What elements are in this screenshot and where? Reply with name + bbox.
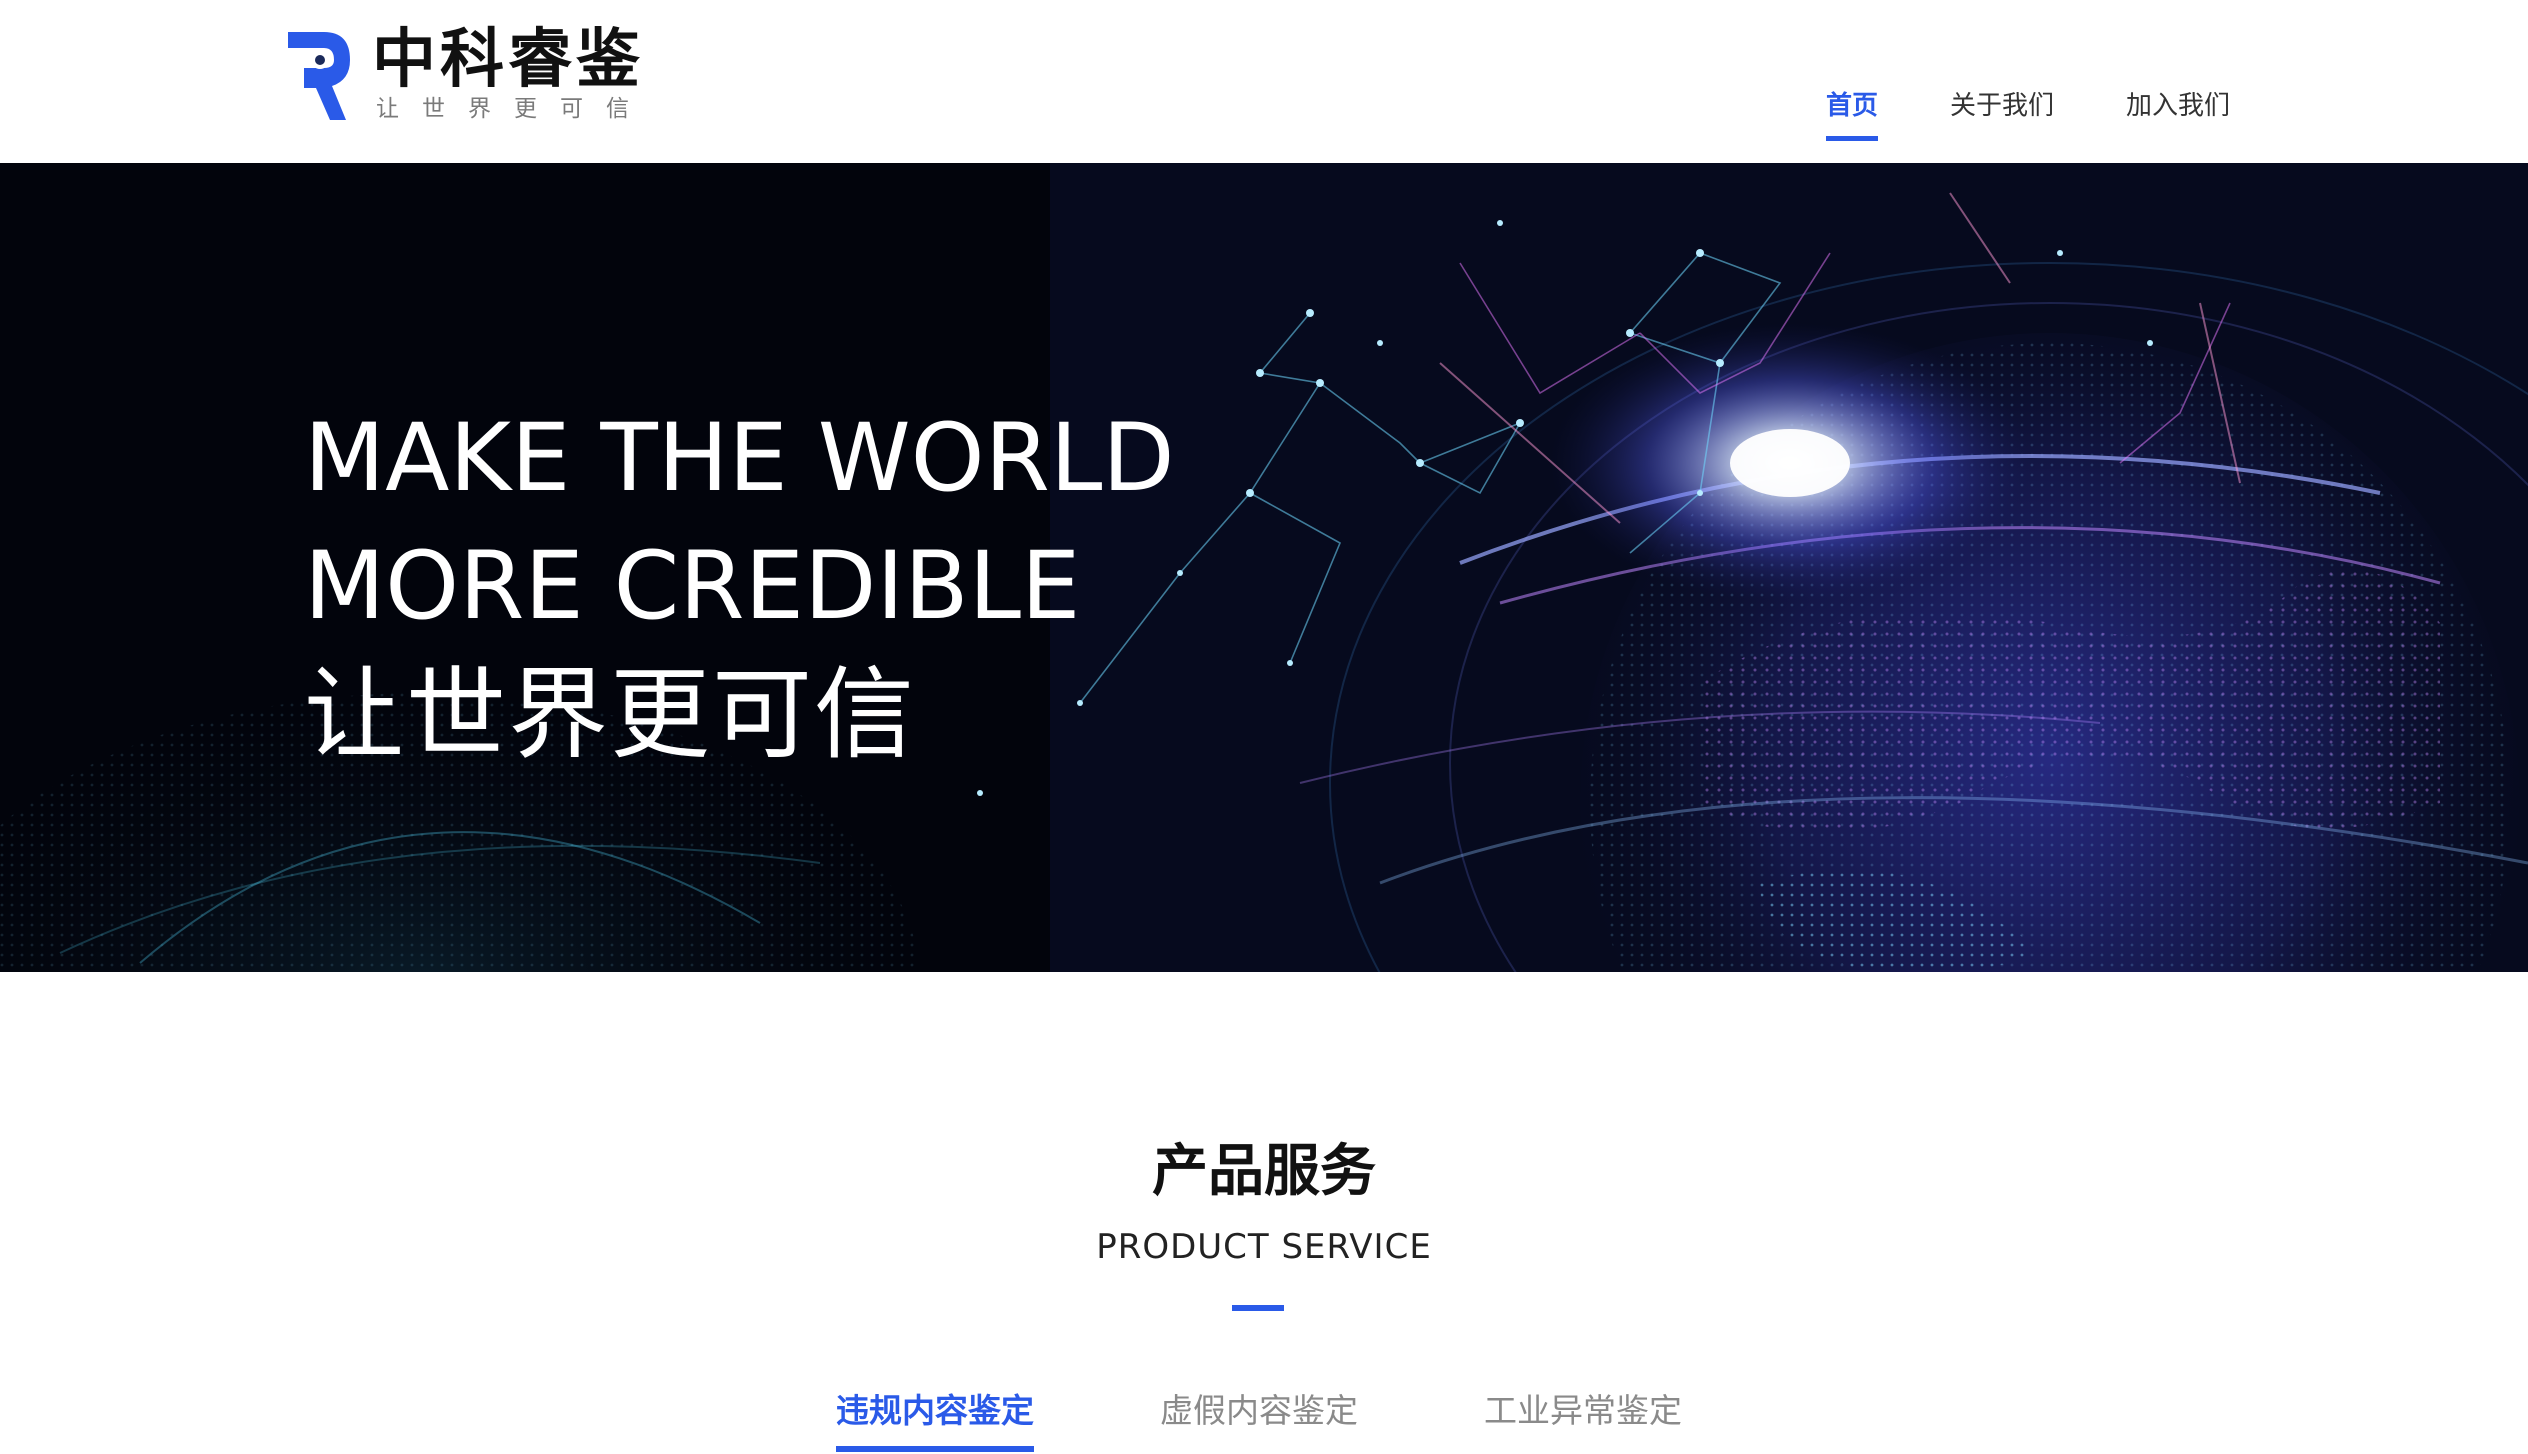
tab-fake-content[interactable]: 虚假内容鉴定: [1160, 1386, 1358, 1436]
nav-item-about[interactable]: 关于我们: [1950, 86, 2054, 126]
product-tabs: 违规内容鉴定 虚假内容鉴定 工业异常鉴定: [0, 1386, 2528, 1454]
hero-headline: MAKE THE WORLD MORE CREDIBLE 让世界更可信: [304, 395, 1175, 779]
tab-violation-content[interactable]: 违规内容鉴定: [836, 1386, 1034, 1452]
hero-line-2: MORE CREDIBLE: [304, 532, 1081, 641]
nav-item-home[interactable]: 首页: [1826, 86, 1879, 141]
section-subtitle: PRODUCT SERVICE: [1096, 1227, 1432, 1267]
nav-item-join[interactable]: 加入我们: [2126, 86, 2230, 126]
hero-line-3: 让世界更可信: [304, 656, 916, 773]
main-nav: 首页 关于我们 加入我们: [0, 86, 2528, 146]
hero-line-1: MAKE THE WORLD: [304, 404, 1175, 513]
section-title: 产品服务: [1152, 1139, 1376, 1204]
section-divider: [1232, 1305, 1284, 1311]
tab-industrial-anomaly[interactable]: 工业异常鉴定: [1484, 1386, 1682, 1436]
site-header: 中科睿鉴 让世界更可信 首页 关于我们 加入我们: [0, 0, 2528, 163]
hero-banner: MAKE THE WORLD MORE CREDIBLE 让世界更可信: [0, 163, 2528, 972]
